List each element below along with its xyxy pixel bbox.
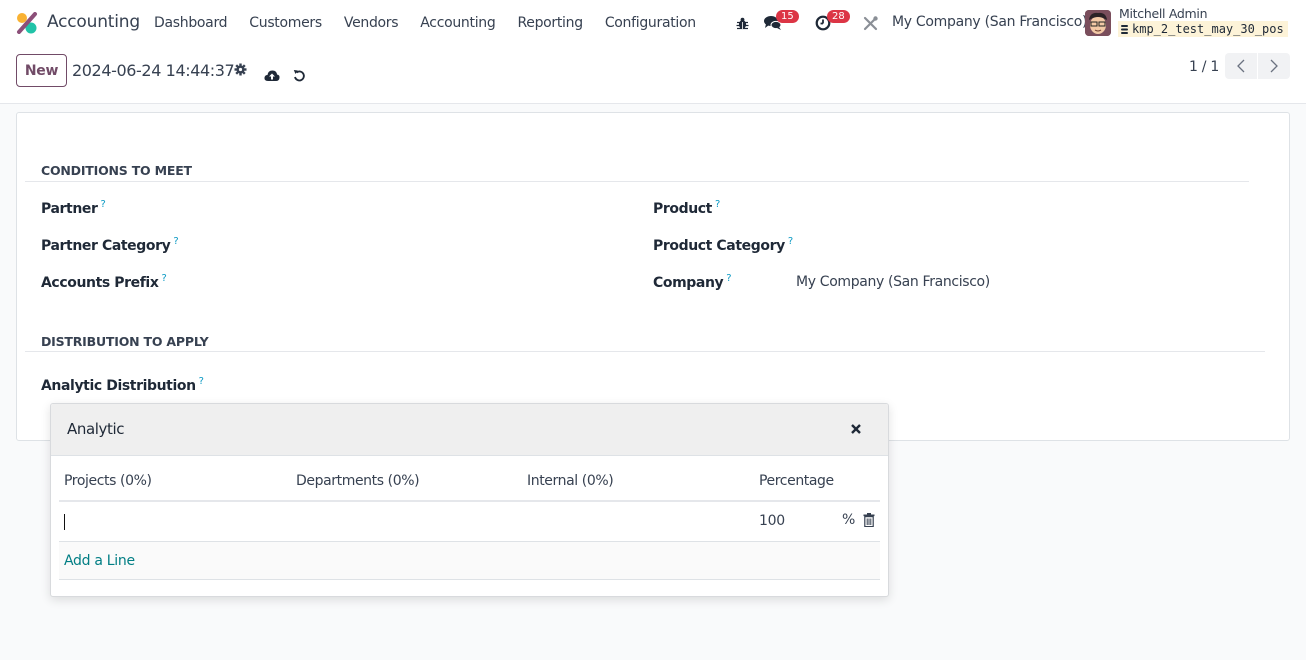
app-logo-icon[interactable] [16,12,38,34]
help-icon[interactable]: ? [173,236,178,247]
menu-reporting[interactable]: Reporting [506,15,593,31]
header-divider [59,500,880,502]
new-button[interactable]: New [16,54,67,87]
product-category-label: Product Category? [653,236,793,254]
pager-previous-button[interactable] [1225,53,1257,79]
section-distribution-title: DISTRIBUTION TO APPLY [41,334,209,349]
analytic-distribution-label: Analytic Distribution? [41,376,204,394]
menu-vendors[interactable]: Vendors [333,15,409,31]
departments-input[interactable] [295,510,515,532]
internal-input[interactable] [526,510,746,532]
product-category-input[interactable] [796,236,1246,256]
partner-category-label: Partner Category? [41,236,179,254]
messages-badge: 15 [776,10,799,23]
popover-title: Analytic [67,420,125,438]
top-navbar: Accounting Dashboard Customers Vendors A… [0,0,1306,46]
bug-icon [736,17,748,29]
main-menu: Dashboard Customers Vendors Accounting R… [143,0,707,46]
close-button[interactable] [848,421,864,437]
product-input[interactable] [796,199,1246,219]
avatar-face-icon [1085,10,1111,36]
help-icon[interactable]: ? [161,273,166,284]
column-percentage: Percentage [759,473,834,489]
undo-icon[interactable] [293,69,306,82]
column-internal: Internal (0%) [527,473,614,489]
add-line-row [59,542,880,580]
accounts-prefix-input[interactable] [203,273,623,293]
user-avatar[interactable] [1085,10,1111,36]
product-label: Product? [653,199,720,217]
help-icon[interactable]: ? [726,273,731,284]
column-projects: Projects (0%) [64,473,152,489]
settings-tools-button[interactable] [862,13,878,33]
section-conditions-title: CONDITIONS TO MEET [41,163,192,178]
tools-icon [863,15,878,30]
pager-next-button[interactable] [1258,53,1290,79]
partner-input[interactable] [203,199,623,219]
user-name[interactable]: Mitchell Admin [1119,6,1208,21]
gear-icon[interactable] [234,63,247,76]
activities-button[interactable]: 28 [814,10,850,33]
debug-button[interactable] [735,13,749,33]
app-name[interactable]: Accounting [47,12,140,32]
accounts-prefix-label: Accounts Prefix? [41,273,167,291]
menu-dashboard[interactable]: Dashboard [143,15,238,31]
partner-category-input[interactable] [203,236,623,256]
database-icon [1121,24,1128,34]
database-name: kmp_2_test_may_30_pos [1132,22,1284,36]
projects-input[interactable] [63,510,283,532]
analytic-distribution-popover: Analytic Projects (0%) Departments (0%) … [50,403,889,597]
text-caret [64,514,65,530]
menu-accounting[interactable]: Accounting [409,15,506,31]
percent-sign: % [842,512,856,528]
section-divider [25,351,1265,352]
company-label: Company? [653,273,732,291]
activities-badge: 28 [827,10,850,23]
percentage-input[interactable]: 100 [759,513,785,529]
pager-value[interactable]: 1 / 1 [1189,59,1219,75]
messages-button[interactable]: 15 [763,10,799,33]
company-switcher[interactable]: My Company (San Francisco) [892,14,1087,30]
partner-label: Partner? [41,199,106,217]
chevron-left-icon [1237,59,1245,73]
database-badge: kmp_2_test_may_30_pos [1118,21,1288,37]
help-icon[interactable]: ? [715,199,720,210]
trash-icon[interactable] [863,513,875,527]
cloud-upload-icon[interactable] [264,69,280,82]
row-divider [59,579,880,580]
control-panel: New 2024-06-24 14:44:37 1 / 1 [0,46,1306,104]
column-departments: Departments (0%) [296,473,420,489]
company-value[interactable]: My Company (San Francisco) [796,274,990,290]
menu-configuration[interactable]: Configuration [594,15,707,31]
help-icon[interactable]: ? [788,236,793,247]
add-line-link[interactable]: Add a Line [64,553,135,569]
popover-header: Analytic [51,404,888,456]
close-icon [851,424,861,434]
section-divider [25,181,1249,182]
chevron-right-icon [1270,59,1278,73]
form-sheet: CONDITIONS TO MEET Partner? Partner Cate… [16,112,1290,441]
record-breadcrumb: 2024-06-24 14:44:37 [72,61,235,80]
help-icon[interactable]: ? [199,376,204,387]
menu-customers[interactable]: Customers [238,15,333,31]
help-icon[interactable]: ? [101,199,106,210]
